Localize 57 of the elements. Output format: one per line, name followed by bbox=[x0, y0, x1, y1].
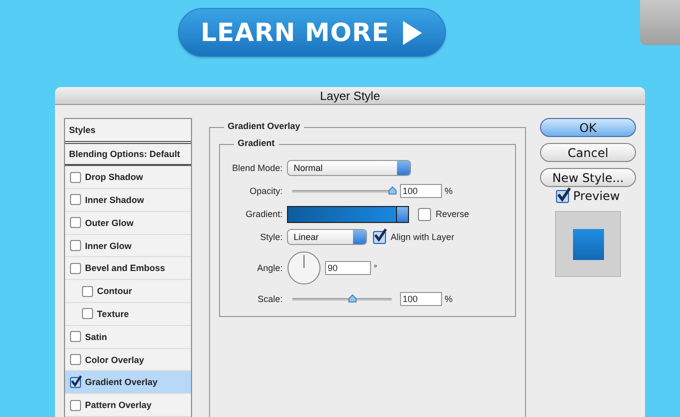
style-item[interactable]: Outer Glow bbox=[65, 212, 191, 235]
gradient-picker[interactable] bbox=[286, 206, 409, 223]
checkbox-label: Align with Layer bbox=[390, 232, 454, 242]
checkbox[interactable] bbox=[82, 308, 93, 320]
checkbox[interactable] bbox=[70, 354, 81, 365]
slider-thumb[interactable] bbox=[388, 186, 397, 196]
group-title: Gradient Overlay bbox=[224, 121, 304, 132]
unit-label: % bbox=[444, 294, 453, 304]
checkbox[interactable] bbox=[418, 208, 431, 221]
angle-field[interactable]: 90 bbox=[324, 261, 371, 276]
field-label: Angle: bbox=[256, 263, 284, 274]
style-item[interactable]: Drop Shadow bbox=[65, 166, 191, 190]
style-item[interactable]: Bevel and Emboss bbox=[65, 257, 191, 280]
slider-thumb[interactable] bbox=[348, 294, 357, 304]
checkbox[interactable] bbox=[556, 190, 570, 203]
field-label: Scale: bbox=[256, 294, 284, 304]
checkbox[interactable] bbox=[70, 194, 81, 206]
preview-swatch bbox=[555, 211, 621, 278]
field-label: Blend Mode: bbox=[231, 163, 284, 174]
checkbox[interactable] bbox=[70, 262, 81, 274]
learn-more-button[interactable]: LEARN MORE bbox=[178, 8, 446, 57]
style-item[interactable]: Satin bbox=[65, 326, 191, 349]
window-corner bbox=[640, 0, 680, 45]
style-item[interactable]: Gradient Overlay bbox=[65, 371, 191, 394]
unit-label: ° bbox=[374, 263, 378, 274]
list-header: Styles bbox=[69, 125, 96, 136]
dialog-button[interactable]: New Style... bbox=[540, 168, 636, 188]
play-icon bbox=[401, 20, 424, 46]
style-item[interactable]: Texture bbox=[65, 303, 191, 326]
checkbox[interactable] bbox=[70, 400, 81, 411]
checkbox[interactable] bbox=[70, 376, 81, 388]
field-label: Style: bbox=[259, 232, 284, 242]
style-item[interactable]: Inner Glow bbox=[65, 234, 191, 258]
checkbox[interactable] bbox=[82, 286, 93, 297]
dialog-button[interactable]: Cancel bbox=[540, 143, 636, 162]
scale-field[interactable]: 100 bbox=[400, 292, 442, 306]
style-item[interactable]: Contour bbox=[65, 280, 191, 304]
checkbox-label: Reverse bbox=[436, 209, 470, 220]
field-label: Opacity: bbox=[248, 186, 284, 196]
dialog-button[interactable]: OK bbox=[540, 118, 636, 138]
angle-dial[interactable] bbox=[286, 251, 321, 286]
checkbox[interactable] bbox=[70, 240, 81, 252]
checkbox-label: Preview bbox=[573, 189, 620, 204]
group-title: Gradient bbox=[234, 138, 279, 148]
style-dropdown[interactable]: Linear bbox=[286, 229, 367, 246]
style-item[interactable]: Inner Shadow bbox=[65, 189, 191, 212]
checkbox[interactable] bbox=[70, 217, 81, 228]
unit-label: % bbox=[444, 186, 453, 196]
window-title: Layer Style bbox=[320, 88, 380, 103]
field-label: Gradient: bbox=[244, 209, 284, 220]
style-item[interactable]: Pattern Overlay bbox=[65, 394, 191, 417]
checkbox[interactable] bbox=[70, 331, 81, 342]
checkbox[interactable] bbox=[70, 172, 81, 183]
blend-mode-dropdown[interactable]: Normal bbox=[286, 160, 411, 176]
checkbox[interactable] bbox=[372, 230, 386, 244]
opacity-field[interactable]: 100 bbox=[400, 184, 442, 198]
blending-options-item[interactable]: Blending Options: Default bbox=[65, 144, 191, 166]
